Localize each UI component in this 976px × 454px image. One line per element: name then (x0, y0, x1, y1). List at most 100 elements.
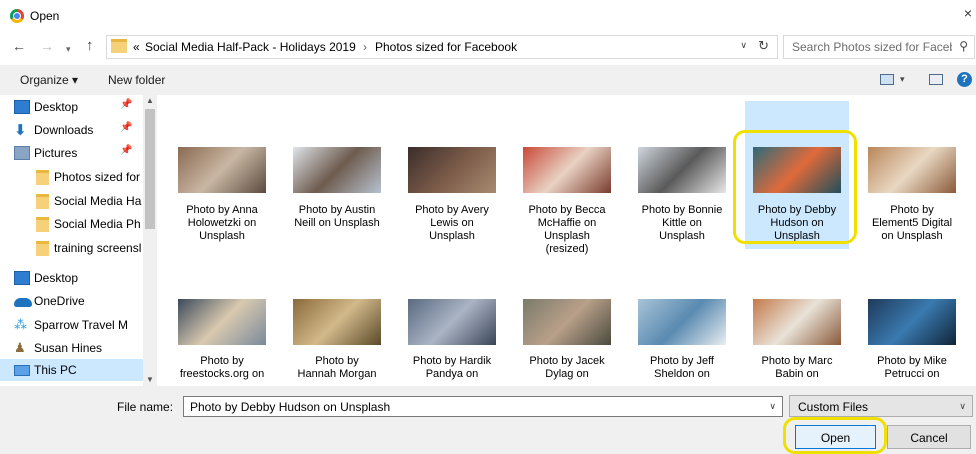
breadcrumb-item[interactable]: Photos sized for Facebook (375, 40, 517, 54)
close-icon[interactable]: × (964, 5, 972, 21)
file-item[interactable]: Photo by Mike Petrucci on (860, 255, 964, 386)
file-name-line: Photo by Marc (761, 355, 833, 367)
file-name-line: freestocks.org on (179, 368, 265, 380)
sidebar-item[interactable]: Desktop (0, 267, 143, 289)
file-item[interactable]: Photo by Anna Holowetzki on Unsplash (170, 101, 274, 249)
new-folder-button[interactable]: New folder (108, 73, 165, 87)
sidebar-item-label: Downloads (34, 123, 94, 137)
organize-button[interactable]: Organize ▾ (20, 73, 78, 87)
file-item[interactable]: Photo by Avery Lewis on Unsplash (400, 101, 504, 249)
sidebar-item-label: This PC (34, 363, 77, 377)
scroll-down-arrow-icon[interactable]: ▼ (146, 375, 154, 384)
pc-icon (14, 365, 30, 376)
file-name-line: McHaffie on (537, 217, 597, 229)
cancel-button[interactable]: Cancel (887, 425, 971, 449)
file-name-line: Photo by Jacek (529, 355, 605, 367)
up-arrow-icon[interactable]: ↑ (86, 38, 94, 54)
file-name-line: Element5 Digital (871, 217, 953, 229)
sidebar-item[interactable]: This PC (0, 359, 143, 381)
sidebar-item[interactable]: Photos sized for (0, 166, 143, 188)
file-name-line: Neill on Unsplash (294, 217, 380, 229)
file-name-line: Unsplash (429, 230, 475, 242)
breadcrumb-overflow[interactable]: « (133, 40, 140, 54)
help-icon[interactable]: ? (957, 72, 972, 87)
view-options-chevron-icon[interactable]: ▾ (900, 74, 905, 85)
file-name-line: Lewis on (430, 217, 474, 229)
recent-locations-chevron-icon[interactable]: ▾ (66, 41, 71, 57)
sidebar-item[interactable]: OneDrive (0, 290, 143, 312)
file-name-line: Photo by Hardik (412, 355, 492, 367)
photo-thumbnail (293, 147, 381, 193)
file-name-dropdown-icon[interactable]: ∨ (769, 401, 776, 412)
file-item[interactable]: Photo by Hannah Morgan (285, 255, 389, 386)
file-type-select[interactable]: Custom Files ∨ (789, 395, 973, 417)
navigation-scrollbar[interactable]: ▲ ▼ (143, 95, 157, 386)
refresh-icon[interactable]: ↻ (758, 38, 769, 54)
sidebar-item[interactable]: Desktop 📌 (0, 96, 143, 118)
preview-pane-icon[interactable] (929, 74, 943, 85)
folder-icon (36, 241, 49, 256)
photo-thumbnail (753, 299, 841, 345)
file-item[interactable]: Photo by Becca McHaffie on Unsplash (resize… (515, 101, 619, 255)
file-name-value: Photo by Debby Hudson on Unsplash (190, 400, 391, 414)
breadcrumb-item[interactable]: Social Media Half-Pack - Holidays 2019 (145, 40, 356, 54)
file-item[interactable]: Photo by Jeff Sheldon on (630, 255, 734, 386)
photo-thumbnail (638, 299, 726, 345)
sidebar-item[interactable]: ⬇ Downloads 📌 (0, 119, 143, 141)
breadcrumb-separator[interactable]: › (363, 40, 367, 54)
photo-thumbnail (408, 299, 496, 345)
file-name-input[interactable]: Photo by Debby Hudson on Unsplash ∨ (183, 396, 783, 417)
address-row: ← → ▾ ↑ « Social Media Half-Pack - Holid… (0, 33, 976, 61)
sidebar-item[interactable]: ⁂ Sparrow Travel M (0, 314, 143, 336)
scroll-up-arrow-icon[interactable]: ▲ (146, 96, 154, 105)
file-item[interactable]: Photo by Marc Babin on (745, 255, 849, 386)
file-name-line: Dylag on (545, 368, 589, 380)
search-icon[interactable]: ⚲ (959, 39, 968, 53)
photo-thumbnail (408, 147, 496, 193)
forward-arrow-icon[interactable]: → (40, 38, 54, 54)
desktop-icon (14, 271, 30, 285)
address-bar[interactable]: « Social Media Half-Pack - Holidays 2019… (106, 35, 778, 59)
downloads-icon: ⬇ (14, 122, 27, 139)
selected-file-highlight (733, 130, 857, 244)
open-button-highlight (783, 417, 887, 454)
file-type-dropdown-icon[interactable]: ∨ (959, 401, 966, 412)
sidebar-item[interactable]: Pictures 📌 (0, 142, 143, 164)
sidebar-item-label: Desktop (34, 100, 79, 114)
file-name-line: Photo by (890, 204, 934, 216)
title-bar: Open × (0, 0, 976, 32)
scrollbar-thumb[interactable] (145, 109, 155, 229)
chrome-icon (10, 9, 24, 23)
change-view-icon[interactable] (880, 74, 894, 85)
sidebar-item-label: Photos sized for (54, 170, 141, 184)
user-icon: ♟ (14, 340, 26, 355)
command-bar: Organize ▾ New folder ▾ ? (0, 65, 976, 95)
search-input[interactable] (784, 36, 954, 58)
sidebar-item[interactable]: training screensl (0, 237, 143, 259)
file-item[interactable]: Photo by Austin Neill on Unsplash (285, 101, 389, 249)
folder-icon (36, 194, 49, 209)
file-name-line: Photo by Jeff (649, 355, 714, 367)
address-dropdown-icon[interactable]: ∨ (740, 40, 747, 51)
file-item[interactable]: Photo by Jacek Dylag on (515, 255, 619, 386)
file-name-line: Sheldon on (654, 368, 710, 380)
file-name-line: Photo by Anna (186, 204, 258, 216)
file-name-line: Photo by Austin (298, 204, 376, 216)
sidebar-item[interactable]: Social Media Ph (0, 213, 143, 235)
file-name-line: Unsplash (659, 230, 705, 242)
photo-thumbnail (868, 299, 956, 345)
file-item[interactable]: Photo by Element5 Digital on Unsplash (860, 101, 964, 249)
file-item[interactable]: Photo by Bonnie Kittle on Unsplash (630, 101, 734, 249)
sidebar-item-label: Social Media Ph (54, 217, 141, 231)
file-name-line: Babin on (775, 368, 819, 380)
file-name-line: Holowetzki on (187, 217, 257, 229)
sidebar-item[interactable]: ♟ Susan Hines (0, 337, 143, 359)
window-title: Open (30, 9, 60, 23)
file-item[interactable]: Photo by freestocks.org on (170, 255, 274, 386)
file-name-line: Petrucci on (884, 368, 940, 380)
file-item[interactable]: Photo by Hardik Pandya on (400, 255, 504, 386)
sidebar-item-label: Social Media Ha (54, 194, 142, 208)
back-arrow-icon[interactable]: ← (12, 38, 26, 54)
sidebar-item[interactable]: Social Media Ha (0, 190, 143, 212)
desktop-icon (14, 100, 30, 114)
